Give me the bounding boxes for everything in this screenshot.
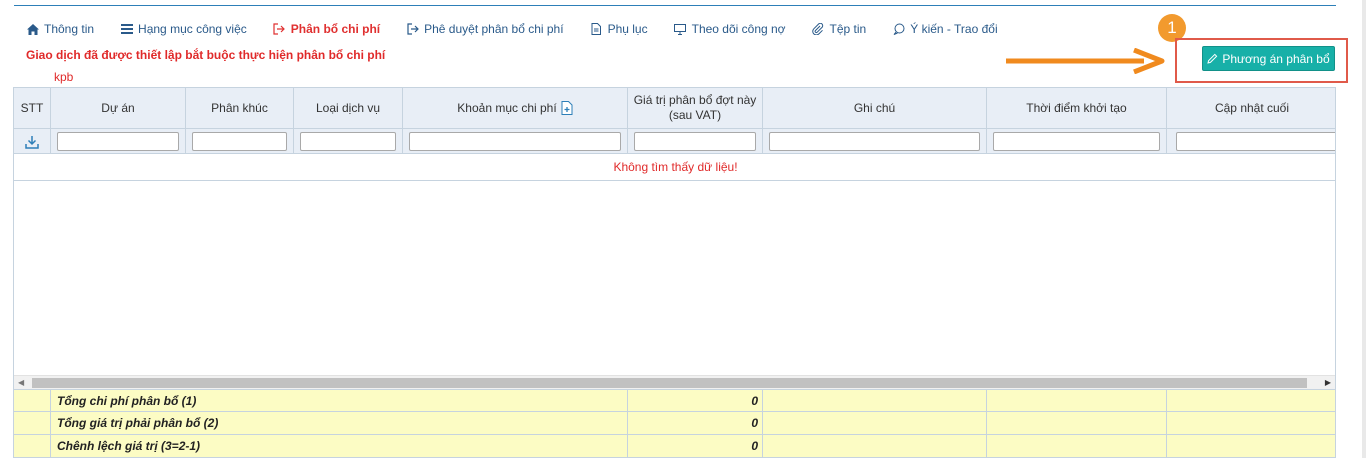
page-scrollbar[interactable]: [1362, 0, 1366, 458]
horizontal-scrollbar[interactable]: ◀ ▶: [14, 375, 1335, 389]
grid-header: STT Dự án Phân khúc Loại dịch vụ Khoản m…: [14, 88, 1335, 128]
scroll-thumb[interactable]: [32, 378, 1307, 388]
top-divider: [14, 5, 1336, 6]
filter-thoi-diem: [987, 129, 1167, 154]
list-icon: [120, 23, 133, 36]
total-row: Chênh lệch giá trị (3=2-1) 0: [14, 435, 1335, 457]
totals-section: Tổng chi phí phân bổ (1) 0 Tổng giá trị …: [14, 389, 1335, 457]
monitor-icon: [674, 23, 687, 36]
col-gia-tri[interactable]: Giá trị phân bổ đợt này (sau VAT): [628, 88, 763, 128]
filter-gia-tri: [628, 129, 763, 154]
filter-stt: [14, 129, 51, 154]
total-ghi-chu-cell: [763, 412, 987, 434]
filter-phan-khuc: [186, 129, 294, 154]
total-cap-nhat-cell: [1167, 435, 1335, 457]
total-label: Chênh lệch giá trị (3=2-1): [51, 435, 628, 457]
total-row: Tổng giá trị phải phân bổ (2) 0: [14, 412, 1335, 435]
total-cap-nhat-cell: [1167, 390, 1335, 412]
allocation-plan-label: Phương án phân bổ: [1222, 51, 1330, 66]
tab-label: Phụ lục: [607, 22, 648, 36]
allocation-grid: STT Dự án Phân khúc Loại dịch vụ Khoản m…: [13, 87, 1336, 458]
tab-label: Theo dõi công nợ: [691, 22, 786, 36]
total-label: Tổng giá trị phải phân bổ (2): [51, 412, 628, 434]
tab-bar: Thông tin Hạng mục công việc Phân bổ chi…: [26, 20, 1024, 38]
col-cap-nhat-cuoi[interactable]: Cập nhật cuối: [1167, 88, 1335, 128]
allocation-plan-button[interactable]: Phương án phân bổ: [1202, 46, 1335, 71]
col-thoi-diem-khoi-tao[interactable]: Thời điểm khởi tạo: [987, 88, 1167, 128]
total-ghi-chu-cell: [763, 435, 987, 457]
sign-out-icon: [406, 23, 419, 36]
total-value: 0: [628, 390, 763, 412]
col-stt[interactable]: STT: [14, 88, 51, 128]
total-thoi-diem-cell: [987, 390, 1167, 412]
filter-loai-dich-vu: [294, 129, 403, 154]
col-loai-dich-vu[interactable]: Loại dịch vụ: [294, 88, 403, 128]
total-row: Tổng chi phí phân bổ (1) 0: [14, 389, 1335, 412]
filter-gia-tri-input[interactable]: [634, 132, 756, 151]
empty-message: Không tìm thấy dữ liệu!: [14, 154, 1335, 181]
tab-phu-luc[interactable]: Phụ lục: [590, 22, 648, 36]
total-stt-cell: [14, 412, 51, 434]
paperclip-icon: [812, 23, 825, 36]
scroll-left-icon[interactable]: ◀: [18, 378, 24, 387]
filter-du-an: [51, 129, 186, 154]
kpb-label: kpb: [54, 70, 74, 84]
col-khoan-muc-label: Khoản mục chi phí: [457, 100, 557, 115]
pencil-icon: [1207, 53, 1218, 64]
mandatory-allocation-warning: Giao dịch đã được thiết lập bắt buộc thự…: [26, 48, 386, 62]
total-stt-cell: [14, 435, 51, 457]
col-du-an[interactable]: Dự án: [51, 88, 186, 128]
total-thoi-diem-cell: [987, 435, 1167, 457]
filter-khoan-muc: [403, 129, 628, 154]
filter-ghi-chu-input[interactable]: [769, 132, 980, 151]
tab-theo-doi-cong-no[interactable]: Theo dõi công nợ: [674, 22, 786, 36]
total-label: Tổng chi phí phân bổ (1): [51, 390, 628, 412]
tab-phe-duyet[interactable]: Phê duyệt phân bổ chi phí: [406, 22, 564, 36]
total-value: 0: [628, 412, 763, 434]
filter-du-an-input[interactable]: [57, 132, 179, 151]
tab-phan-bo[interactable]: Phân bổ chi phí: [273, 22, 380, 36]
comment-icon: [892, 23, 905, 36]
total-value: 0: [628, 435, 763, 457]
scroll-right-icon[interactable]: ▶: [1325, 378, 1331, 387]
filter-loai-dich-vu-input[interactable]: [300, 132, 396, 151]
filter-phan-khuc-input[interactable]: [192, 132, 287, 151]
col-ghi-chu[interactable]: Ghi chú: [763, 88, 987, 128]
sign-out-icon: [273, 23, 286, 36]
download-icon[interactable]: [25, 135, 39, 149]
filter-cap-nhat: [1167, 129, 1335, 154]
tab-label: Ý kiến - Trao đổi: [910, 22, 998, 36]
home-icon: [26, 23, 39, 36]
filter-khoan-muc-input[interactable]: [409, 132, 621, 151]
total-thoi-diem-cell: [987, 412, 1167, 434]
annotation-arrow-icon: [1006, 48, 1165, 74]
filter-thoi-diem-input[interactable]: [993, 132, 1160, 151]
tab-label: Phân bổ chi phí: [290, 22, 381, 36]
tab-label: Hạng mục công việc: [138, 22, 247, 36]
add-file-icon[interactable]: [561, 101, 573, 115]
file-icon: [590, 23, 603, 36]
filter-row: [14, 128, 1335, 154]
total-cap-nhat-cell: [1167, 412, 1335, 434]
col-phan-khuc[interactable]: Phân khúc: [186, 88, 294, 128]
total-stt-cell: [14, 390, 51, 412]
tab-y-kien[interactable]: Ý kiến - Trao đổi: [892, 22, 998, 36]
col-khoan-muc[interactable]: Khoản mục chi phí: [403, 88, 628, 128]
filter-cap-nhat-input[interactable]: [1176, 132, 1335, 151]
tab-tep-tin[interactable]: Tệp tin: [812, 22, 867, 36]
tab-label: Tệp tin: [829, 22, 867, 36]
filter-ghi-chu: [763, 129, 987, 154]
tab-hang-muc[interactable]: Hạng mục công việc: [120, 22, 247, 36]
tab-label: Thông tin: [44, 22, 95, 36]
total-ghi-chu-cell: [763, 390, 987, 412]
tab-label: Phê duyệt phân bổ chi phí: [424, 22, 564, 36]
tab-thong-tin[interactable]: Thông tin: [26, 22, 94, 36]
